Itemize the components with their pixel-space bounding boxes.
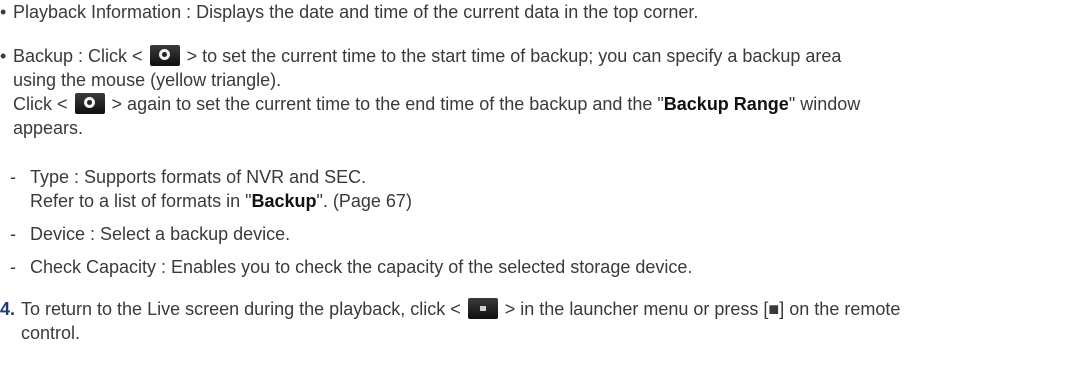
manual-page: • Playback Information : Displays the da…	[0, 0, 1066, 372]
backup-record-icon	[149, 45, 180, 66]
type-subitem: - Type : Supports formats of NVR and SEC…	[0, 165, 1050, 213]
step-4-line-2: control.	[21, 323, 81, 343]
capacity-text: Check Capacity : Enables you to check th…	[30, 257, 693, 277]
device-subitem: - Device : Select a backup device.	[0, 222, 1050, 246]
device-text: Device : Select a backup device.	[30, 224, 291, 244]
bullet-dot: •	[0, 2, 7, 22]
type-line-1: Type : Supports formats of NVR and SEC.	[30, 167, 367, 187]
stop-icon	[467, 298, 498, 319]
step-number: 4.	[0, 299, 16, 319]
step-4-line-1: To return to the Live screen during the …	[21, 298, 901, 319]
step-4: 4. To return to the Live screen during t…	[0, 297, 1050, 345]
backup-text: Backup : Click < > to set the current ti…	[0, 44, 1050, 140]
playback-info-text: Playback Information : Displays the date…	[13, 2, 699, 22]
backup-term: Backup	[251, 191, 317, 211]
backup-record-icon	[74, 93, 105, 114]
bullet-dot: •	[0, 46, 7, 66]
type-line-2: Refer to a list of formats in "Backup". …	[30, 191, 412, 211]
dash-marker: -	[10, 257, 16, 277]
backup-line-2: using the mouse (yellow triangle).	[13, 70, 282, 90]
playback-info-bullet: • Playback Information : Displays the da…	[0, 0, 1050, 24]
dash-marker: -	[10, 167, 16, 187]
backup-line-3: Click < > again to set the current time …	[13, 93, 861, 114]
backup-line-1: Backup : Click < > to set the current ti…	[13, 45, 842, 66]
backup-bullet: • Backup : Click < > to set the current …	[0, 44, 1050, 140]
backup-range-term: Backup Range	[663, 94, 789, 114]
capacity-subitem: - Check Capacity : Enables you to check …	[0, 255, 1050, 279]
backup-line-4: appears.	[13, 118, 84, 138]
dash-marker: -	[10, 224, 16, 244]
